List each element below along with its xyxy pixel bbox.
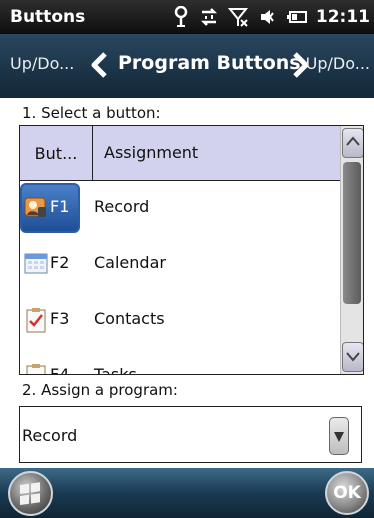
header-bar: Up/Do... Program Buttons Up/Do...	[0, 34, 374, 98]
column-header-button[interactable]: But...	[20, 126, 93, 180]
page-title: Program Buttons	[118, 52, 301, 74]
select-button-label: 1. Select a button:	[22, 104, 161, 122]
nav-prev-label[interactable]: Up/Do...	[10, 54, 74, 73]
chevron-left-icon[interactable]	[90, 52, 110, 82]
signal-antenna-icon	[172, 6, 190, 28]
clock: 12:11	[315, 7, 370, 27]
battery-icon	[286, 10, 308, 24]
status-icons: 12:11	[172, 4, 370, 30]
app-title: Buttons	[10, 7, 86, 27]
no-signal-icon	[227, 6, 250, 28]
row-key: F2	[50, 253, 70, 272]
recorder-icon	[24, 195, 48, 221]
status-bar: Buttons 12:11	[0, 0, 374, 34]
list-header: But... Assignment	[20, 126, 340, 181]
calendar-icon	[24, 251, 48, 277]
ok-button[interactable]: OK	[325, 471, 369, 515]
nav-next-label[interactable]: Up/Do...	[306, 54, 370, 73]
button-list[interactable]: But... Assignment F1 Record F2 Calendar …	[19, 125, 364, 375]
list-row-f3[interactable]: F3 Contacts	[20, 293, 340, 349]
program-dropdown-value: Record	[22, 426, 78, 445]
dropdown-arrow-icon[interactable]	[329, 417, 349, 455]
windows-logo-icon	[20, 482, 40, 505]
scroll-up-button[interactable]	[342, 128, 363, 158]
speaker-icon	[258, 7, 278, 27]
data-sync-icon	[198, 7, 220, 27]
program-dropdown[interactable]: Record	[19, 406, 362, 463]
softkey-bar: OK	[0, 468, 374, 518]
list-scrollbar[interactable]	[340, 126, 363, 374]
windows-start-button[interactable]	[8, 471, 53, 516]
contacts-icon	[24, 307, 48, 333]
row-label: Tasks	[94, 365, 137, 375]
column-header-assignment[interactable]: Assignment	[104, 143, 198, 162]
list-row-f1[interactable]: F1 Record	[20, 181, 340, 237]
scroll-thumb[interactable]	[343, 162, 361, 304]
tasks-icon	[24, 363, 48, 374]
list-row-f4[interactable]: F4 Tasks	[20, 349, 340, 375]
row-label: Calendar	[94, 253, 166, 272]
list-row-f2[interactable]: F2 Calendar	[20, 237, 340, 293]
assign-program-label: 2. Assign a program:	[22, 381, 178, 399]
row-key: F1	[50, 197, 70, 216]
row-label: Contacts	[94, 309, 165, 328]
scroll-down-button[interactable]	[342, 342, 363, 372]
row-key: F4	[50, 365, 70, 375]
row-key: F3	[50, 309, 70, 328]
row-label: Record	[94, 197, 150, 216]
